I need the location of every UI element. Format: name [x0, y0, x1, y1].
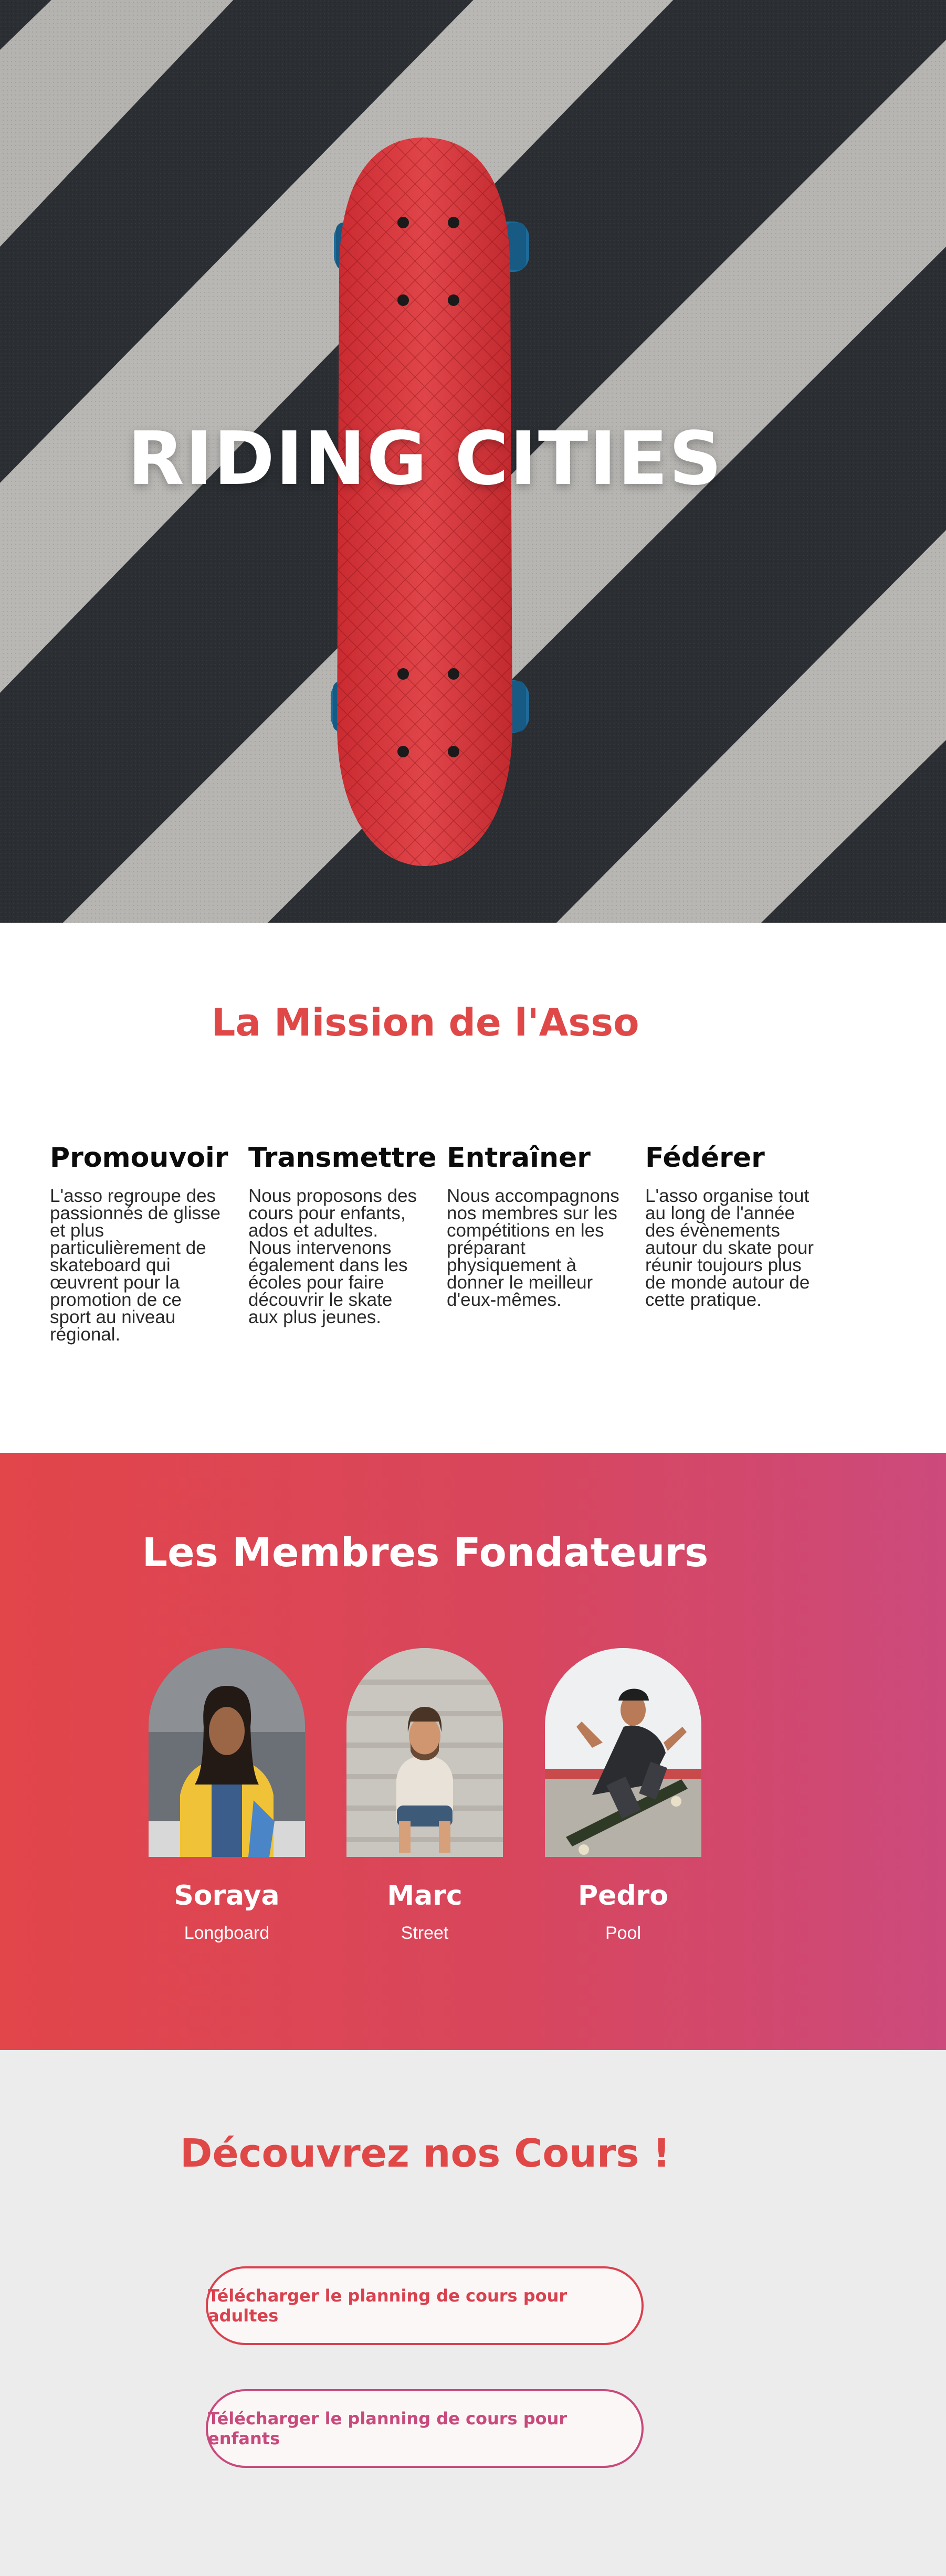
mission-column-heading: Fédérer: [645, 1142, 765, 1174]
founder-name: Soraya: [174, 1880, 280, 1912]
courses-title: Découvrez nos Cours !: [180, 2131, 670, 2176]
mission-column-heading: Promouvoir: [50, 1142, 228, 1174]
download-kids-schedule-button[interactable]: Télécharger le planning de cours pour en…: [206, 2389, 644, 2468]
founder-style: Longboard: [184, 1923, 270, 1943]
mission-column-heading: Transmettre: [248, 1142, 437, 1174]
mission-column-text: L'asso organise tout au long de l'année …: [645, 1186, 814, 1310]
founder-photo-pedro: [545, 1648, 701, 1857]
mission-columns: Promouvoir L'asso regroupe des passionné…: [50, 1142, 844, 1345]
mission-column-entrainer: Entraîner Nous accompagnons nos membres …: [447, 1144, 645, 1343]
founder-card-pedro: Pedro Pool: [545, 1648, 701, 1942]
founder-name: Pedro: [578, 1880, 668, 1912]
mission-column-text: Nous accompagnons nos membres sur les co…: [447, 1186, 619, 1310]
founder-photo-marc: [346, 1648, 503, 1857]
courses-section: Découvrez nos Cours ! Télécharger le pla…: [0, 2050, 946, 2576]
founder-style: Street: [401, 1923, 449, 1943]
founder-card-soraya: Soraya Longboard: [149, 1648, 305, 1942]
founder-style: Pool: [605, 1923, 642, 1943]
founders-title: Les Membres Fondateurs: [142, 1529, 709, 1576]
mission-title: La Mission de l'Asso: [211, 1000, 639, 1044]
mission-column-federer: Fédérer L'asso organise tout au long de …: [645, 1144, 844, 1343]
hero-banner: RIDING CITIES: [0, 0, 946, 923]
mission-column-promouvoir: Promouvoir L'asso regroupe des passionné…: [50, 1142, 248, 1345]
mission-section: La Mission de l'Asso Promouvoir L'asso r…: [0, 923, 946, 1453]
founders-section: Les Membres Fondateurs Soraya Longboard: [0, 1453, 946, 2050]
founder-card-marc: Marc Street: [346, 1648, 503, 1942]
download-adults-schedule-button[interactable]: Télécharger le planning de cours pour ad…: [206, 2266, 644, 2345]
mission-column-text: Nous proposons des cours pour enfants, a…: [248, 1186, 417, 1327]
mission-column-heading: Entraîner: [447, 1142, 591, 1174]
founder-name: Marc: [387, 1880, 463, 1912]
mission-column-transmettre: Transmettre Nous proposons des cours pou…: [248, 1144, 447, 1343]
hero-title: RIDING CITIES: [128, 416, 723, 502]
founder-photo-soraya: [149, 1648, 305, 1857]
mission-column-text: L'asso regroupe des passionnés de glisse…: [50, 1186, 220, 1345]
